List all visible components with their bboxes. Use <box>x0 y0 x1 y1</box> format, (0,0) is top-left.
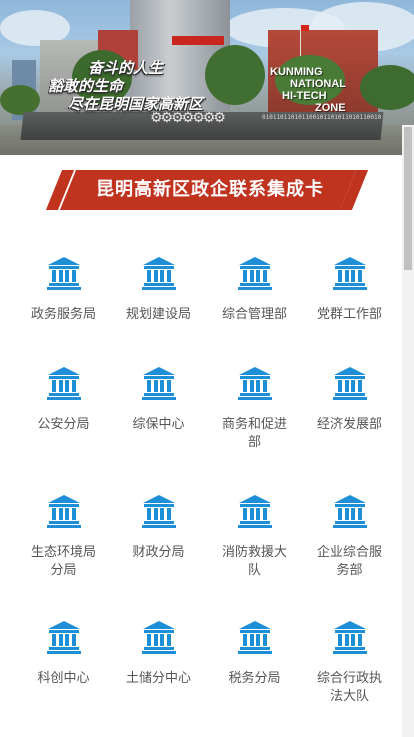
department-item[interactable]: 土储分中心 <box>111 620 206 688</box>
institution-icon <box>111 494 206 528</box>
department-label: 党群工作部 <box>316 307 382 322</box>
institution-icon <box>302 366 397 400</box>
institution-icon <box>302 494 397 528</box>
department-label: 公安分局 <box>37 417 90 432</box>
slogan-line-2: 豁敢的生命 <box>48 77 124 95</box>
binary-decoration: 01011011010110010110101101011001011 1011… <box>262 114 382 121</box>
department-label: 综合行政执法大队 <box>316 671 382 704</box>
department-item[interactable]: 党群工作部 <box>302 256 397 324</box>
tree <box>360 65 414 110</box>
department-item[interactable]: 经济发展部 <box>302 366 397 434</box>
department-item[interactable]: 生态环境局分局 <box>16 494 111 580</box>
institution-icon <box>302 620 397 654</box>
department-label: 企业综合服务部 <box>316 545 382 578</box>
department-label: 综合管理部 <box>221 307 287 322</box>
department-item[interactable]: 企业综合服务部 <box>302 494 397 580</box>
institution-icon <box>16 256 111 290</box>
page-title: 昆明高新区政企联系集成卡 <box>96 179 324 200</box>
department-label: 商务和促进部 <box>221 417 287 450</box>
department-label: 消防救援大队 <box>221 545 287 578</box>
institution-icon <box>207 494 302 528</box>
department-item[interactable]: 综保中心 <box>111 366 206 434</box>
department-label: 政务服务局 <box>30 307 96 322</box>
institution-icon <box>302 256 397 290</box>
hero-banner: ⚙⚙⚙⚙⚙⚙⚙ 01011011010110010110101101011001… <box>0 0 414 155</box>
department-item[interactable]: 综合行政执法大队 <box>302 620 397 706</box>
title-banner: 昆明高新区政企联系集成卡 <box>0 170 414 212</box>
department-label: 综保中心 <box>132 417 185 432</box>
institution-icon <box>16 366 111 400</box>
department-item[interactable]: 税务分局 <box>207 620 302 688</box>
department-item[interactable]: 科创中心 <box>16 620 111 688</box>
department-label: 土储分中心 <box>125 671 191 686</box>
english-line-2: NATIONAL <box>290 78 347 90</box>
department-label: 经济发展部 <box>316 417 382 432</box>
scrollbar-thumb[interactable] <box>404 127 412 270</box>
institution-icon <box>16 494 111 528</box>
flag <box>301 25 309 31</box>
department-item[interactable]: 商务和促进部 <box>207 366 302 452</box>
department-label: 税务分局 <box>228 671 281 686</box>
institution-icon <box>111 366 206 400</box>
institution-icon <box>111 256 206 290</box>
department-item[interactable]: 规划建设局 <box>111 256 206 324</box>
slogan-line-3: 尽在昆明国家高新区 <box>68 95 204 113</box>
english-line-3: HI-TECH <box>282 90 327 102</box>
department-item[interactable]: 消防救援大队 <box>207 494 302 580</box>
department-item[interactable]: 综合管理部 <box>207 256 302 324</box>
department-label: 规划建设局 <box>125 307 191 322</box>
department-label: 科创中心 <box>37 671 90 686</box>
english-line-1: KUNMING <box>270 66 323 78</box>
red-banner <box>172 36 224 45</box>
department-item[interactable]: 财政分局 <box>111 494 206 562</box>
department-label: 财政分局 <box>132 545 185 560</box>
tree <box>205 45 265 105</box>
institution-icon <box>207 366 302 400</box>
department-item[interactable]: 公安分局 <box>16 366 111 434</box>
department-item[interactable]: 政务服务局 <box>16 256 111 324</box>
institution-icon <box>207 256 302 290</box>
institution-icon <box>111 620 206 654</box>
slogan-line-1: 奋斗的人生 <box>88 59 164 77</box>
institution-icon <box>207 620 302 654</box>
english-line-4: ZONE <box>315 102 346 114</box>
tree <box>0 85 40 115</box>
department-label: 生态环境局分局 <box>30 545 96 578</box>
institution-icon <box>16 620 111 654</box>
